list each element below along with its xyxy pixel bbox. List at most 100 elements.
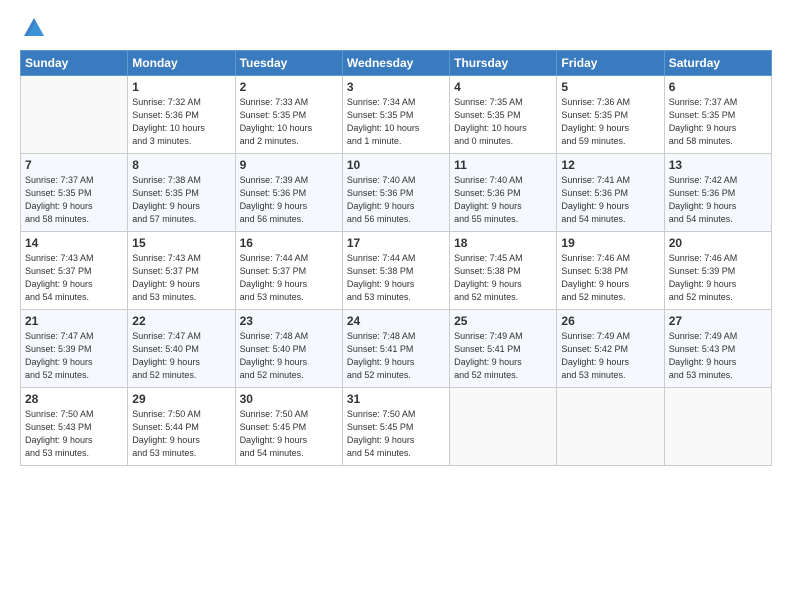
day-cell: 5 Sunrise: 7:36 AM Sunset: 5:35 PM Daylig… [557, 76, 664, 154]
day-number: 24 [347, 314, 445, 328]
day-number: 27 [669, 314, 767, 328]
day-info: Sunrise: 7:50 AM Sunset: 5:44 PM Dayligh… [132, 408, 230, 460]
week-row-2: 7 Sunrise: 7:37 AM Sunset: 5:35 PM Daylig… [21, 154, 772, 232]
day-cell: 25 Sunrise: 7:49 AM Sunset: 5:41 PM Dayli… [450, 310, 557, 388]
day-number: 29 [132, 392, 230, 406]
day-info: Sunrise: 7:33 AM Sunset: 5:35 PM Dayligh… [240, 96, 338, 148]
day-number: 5 [561, 80, 659, 94]
day-number: 22 [132, 314, 230, 328]
day-info: Sunrise: 7:35 AM Sunset: 5:35 PM Dayligh… [454, 96, 552, 148]
day-cell: 12 Sunrise: 7:41 AM Sunset: 5:36 PM Dayli… [557, 154, 664, 232]
day-cell: 15 Sunrise: 7:43 AM Sunset: 5:37 PM Dayli… [128, 232, 235, 310]
day-info: Sunrise: 7:40 AM Sunset: 5:36 PM Dayligh… [347, 174, 445, 226]
day-number: 3 [347, 80, 445, 94]
day-cell: 13Sunrise: 7:42 AM Sunset: 5:36 PM Dayli… [664, 154, 771, 232]
day-cell: 10 Sunrise: 7:40 AM Sunset: 5:36 PM Dayli… [342, 154, 449, 232]
col-header-wednesday: Wednesday [342, 51, 449, 76]
day-info: Sunrise: 7:44 AM Sunset: 5:38 PM Dayligh… [347, 252, 445, 304]
day-number: 19 [561, 236, 659, 250]
day-cell: 8 Sunrise: 7:38 AM Sunset: 5:35 PM Daylig… [128, 154, 235, 232]
day-info: Sunrise: 7:50 AM Sunset: 5:45 PM Dayligh… [347, 408, 445, 460]
day-cell: 18 Sunrise: 7:45 AM Sunset: 5:38 PM Dayli… [450, 232, 557, 310]
day-cell [557, 388, 664, 466]
day-number: 28 [25, 392, 123, 406]
week-row-1: 1Sunrise: 7:32 AM Sunset: 5:36 PM Daylig… [21, 76, 772, 154]
day-info: Sunrise: 7:47 AM Sunset: 5:40 PM Dayligh… [132, 330, 230, 382]
day-info: Sunrise: 7:37 AM Sunset: 5:35 PM Dayligh… [669, 96, 767, 148]
day-number: 18 [454, 236, 552, 250]
day-number: 1 [132, 80, 230, 94]
day-number: 21 [25, 314, 123, 328]
day-number: 4 [454, 80, 552, 94]
day-info: Sunrise: 7:38 AM Sunset: 5:35 PM Dayligh… [132, 174, 230, 226]
day-number: 25 [454, 314, 552, 328]
day-number: 20 [669, 236, 767, 250]
day-info: Sunrise: 7:49 AM Sunset: 5:43 PM Dayligh… [669, 330, 767, 382]
day-number: 15 [132, 236, 230, 250]
header-row: SundayMondayTuesdayWednesdayThursdayFrid… [21, 51, 772, 76]
day-cell: 16 Sunrise: 7:44 AM Sunset: 5:37 PM Dayli… [235, 232, 342, 310]
day-cell: 11 Sunrise: 7:40 AM Sunset: 5:36 PM Dayli… [450, 154, 557, 232]
day-info: Sunrise: 7:46 AM Sunset: 5:38 PM Dayligh… [561, 252, 659, 304]
day-info: Sunrise: 7:48 AM Sunset: 5:41 PM Dayligh… [347, 330, 445, 382]
day-number: 31 [347, 392, 445, 406]
calendar-table: SundayMondayTuesdayWednesdayThursdayFrid… [20, 50, 772, 466]
week-row-5: 28 Sunrise: 7:50 AM Sunset: 5:43 PM Dayli… [21, 388, 772, 466]
day-info: Sunrise: 7:40 AM Sunset: 5:36 PM Dayligh… [454, 174, 552, 226]
col-header-thursday: Thursday [450, 51, 557, 76]
day-info: Sunrise: 7:41 AM Sunset: 5:36 PM Dayligh… [561, 174, 659, 226]
day-info: Sunrise: 7:50 AM Sunset: 5:45 PM Dayligh… [240, 408, 338, 460]
day-cell: 20 Sunrise: 7:46 AM Sunset: 5:39 PM Dayli… [664, 232, 771, 310]
calendar-container: SundayMondayTuesdayWednesdayThursdayFrid… [0, 0, 792, 476]
day-cell: 24 Sunrise: 7:48 AM Sunset: 5:41 PM Dayli… [342, 310, 449, 388]
day-number: 30 [240, 392, 338, 406]
col-header-saturday: Saturday [664, 51, 771, 76]
header [20, 18, 772, 38]
day-info: Sunrise: 7:49 AM Sunset: 5:42 PM Dayligh… [561, 330, 659, 382]
day-cell: 31 Sunrise: 7:50 AM Sunset: 5:45 PM Dayli… [342, 388, 449, 466]
day-info: Sunrise: 7:45 AM Sunset: 5:38 PM Dayligh… [454, 252, 552, 304]
day-number: 12 [561, 158, 659, 172]
day-info: Sunrise: 7:34 AM Sunset: 5:35 PM Dayligh… [347, 96, 445, 148]
day-cell: 6Sunrise: 7:37 AM Sunset: 5:35 PM Daylig… [664, 76, 771, 154]
day-cell [664, 388, 771, 466]
day-number: 23 [240, 314, 338, 328]
day-info: Sunrise: 7:43 AM Sunset: 5:37 PM Dayligh… [25, 252, 123, 304]
day-number: 11 [454, 158, 552, 172]
day-cell: 17Sunrise: 7:44 AM Sunset: 5:38 PM Dayli… [342, 232, 449, 310]
day-info: Sunrise: 7:42 AM Sunset: 5:36 PM Dayligh… [669, 174, 767, 226]
day-cell: 30 Sunrise: 7:50 AM Sunset: 5:45 PM Dayli… [235, 388, 342, 466]
day-number: 14 [25, 236, 123, 250]
day-cell: 2 Sunrise: 7:33 AM Sunset: 5:35 PM Daylig… [235, 76, 342, 154]
day-info: Sunrise: 7:50 AM Sunset: 5:43 PM Dayligh… [25, 408, 123, 460]
day-info: Sunrise: 7:48 AM Sunset: 5:40 PM Dayligh… [240, 330, 338, 382]
day-cell: 14 Sunrise: 7:43 AM Sunset: 5:37 PM Dayli… [21, 232, 128, 310]
day-info: Sunrise: 7:36 AM Sunset: 5:35 PM Dayligh… [561, 96, 659, 148]
day-number: 26 [561, 314, 659, 328]
day-number: 2 [240, 80, 338, 94]
day-info: Sunrise: 7:37 AM Sunset: 5:35 PM Dayligh… [25, 174, 123, 226]
day-number: 8 [132, 158, 230, 172]
logo-icon [22, 16, 46, 38]
week-row-3: 14 Sunrise: 7:43 AM Sunset: 5:37 PM Dayli… [21, 232, 772, 310]
day-number: 7 [25, 158, 123, 172]
day-info: Sunrise: 7:39 AM Sunset: 5:36 PM Dayligh… [240, 174, 338, 226]
day-cell: 27 Sunrise: 7:49 AM Sunset: 5:43 PM Dayli… [664, 310, 771, 388]
day-number: 16 [240, 236, 338, 250]
day-cell: 26 Sunrise: 7:49 AM Sunset: 5:42 PM Dayli… [557, 310, 664, 388]
day-cell: 29 Sunrise: 7:50 AM Sunset: 5:44 PM Dayli… [128, 388, 235, 466]
day-info: Sunrise: 7:47 AM Sunset: 5:39 PM Dayligh… [25, 330, 123, 382]
day-info: Sunrise: 7:44 AM Sunset: 5:37 PM Dayligh… [240, 252, 338, 304]
day-info: Sunrise: 7:46 AM Sunset: 5:39 PM Dayligh… [669, 252, 767, 304]
day-cell: 21 Sunrise: 7:47 AM Sunset: 5:39 PM Dayli… [21, 310, 128, 388]
day-cell: 19 Sunrise: 7:46 AM Sunset: 5:38 PM Dayli… [557, 232, 664, 310]
col-header-friday: Friday [557, 51, 664, 76]
day-cell: 4 Sunrise: 7:35 AM Sunset: 5:35 PM Daylig… [450, 76, 557, 154]
day-number: 10 [347, 158, 445, 172]
col-header-tuesday: Tuesday [235, 51, 342, 76]
day-cell: 23 Sunrise: 7:48 AM Sunset: 5:40 PM Dayli… [235, 310, 342, 388]
day-number: 9 [240, 158, 338, 172]
day-info: Sunrise: 7:49 AM Sunset: 5:41 PM Dayligh… [454, 330, 552, 382]
col-header-sunday: Sunday [21, 51, 128, 76]
day-info: Sunrise: 7:43 AM Sunset: 5:37 PM Dayligh… [132, 252, 230, 304]
